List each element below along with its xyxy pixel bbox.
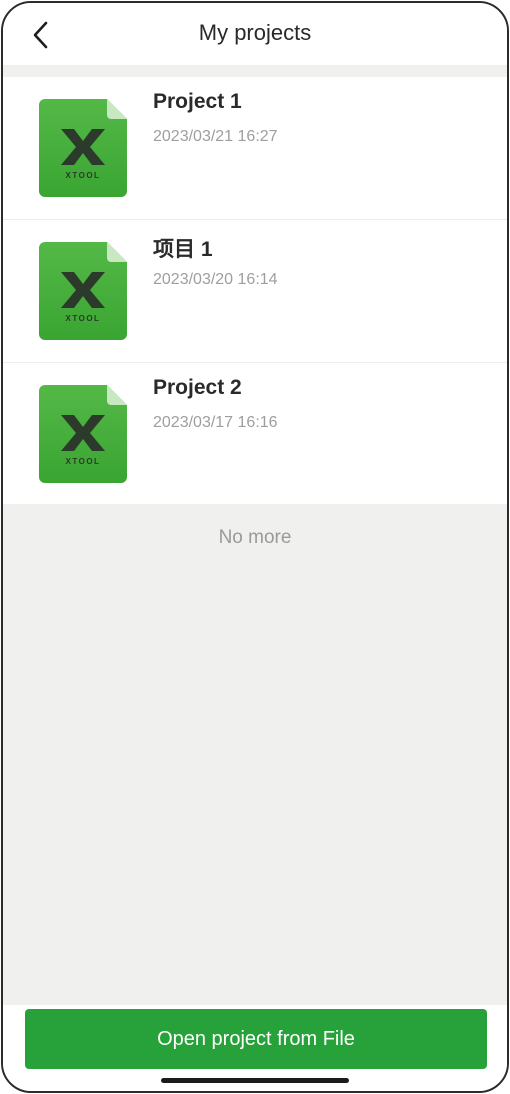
bottom-action-bar: Open project from File: [3, 1005, 507, 1091]
project-date: 2023/03/17 16:16: [153, 414, 278, 431]
open-project-from-file-button[interactable]: Open project from File: [25, 1009, 487, 1069]
phone-screen: My projects XTOOL Project 1 2023/03/21 1…: [1, 1, 509, 1093]
project-name: 项目 1: [153, 238, 213, 261]
project-list-item[interactable]: XTOOL Project 2 2023/03/17 16:16: [3, 363, 507, 504]
home-indicator[interactable]: [161, 1078, 349, 1083]
xtool-file-icon: XTOOL: [39, 242, 127, 340]
project-list: XTOOL Project 1 2023/03/21 16:27 XTOOL 项…: [3, 77, 507, 504]
project-date: 2023/03/20 16:14: [153, 271, 278, 288]
svg-text:XTOOL: XTOOL: [66, 314, 101, 323]
project-list-item[interactable]: XTOOL Project 1 2023/03/21 16:27: [3, 77, 507, 220]
list-end-message: No more: [218, 527, 292, 548]
svg-text:XTOOL: XTOOL: [66, 457, 101, 466]
header-divider: [3, 65, 507, 77]
project-list-item[interactable]: XTOOL 项目 1 2023/03/20 16:14: [3, 220, 507, 363]
app-header: My projects: [3, 3, 507, 65]
svg-text:XTOOL: XTOOL: [66, 171, 101, 180]
project-name: Project 2: [153, 376, 242, 399]
xtool-file-icon: XTOOL: [39, 99, 127, 197]
project-date: 2023/03/21 16:27: [153, 128, 278, 145]
xtool-file-icon: XTOOL: [39, 385, 127, 483]
page-title: My projects: [198, 20, 312, 45]
project-name: Project 1: [153, 90, 242, 113]
